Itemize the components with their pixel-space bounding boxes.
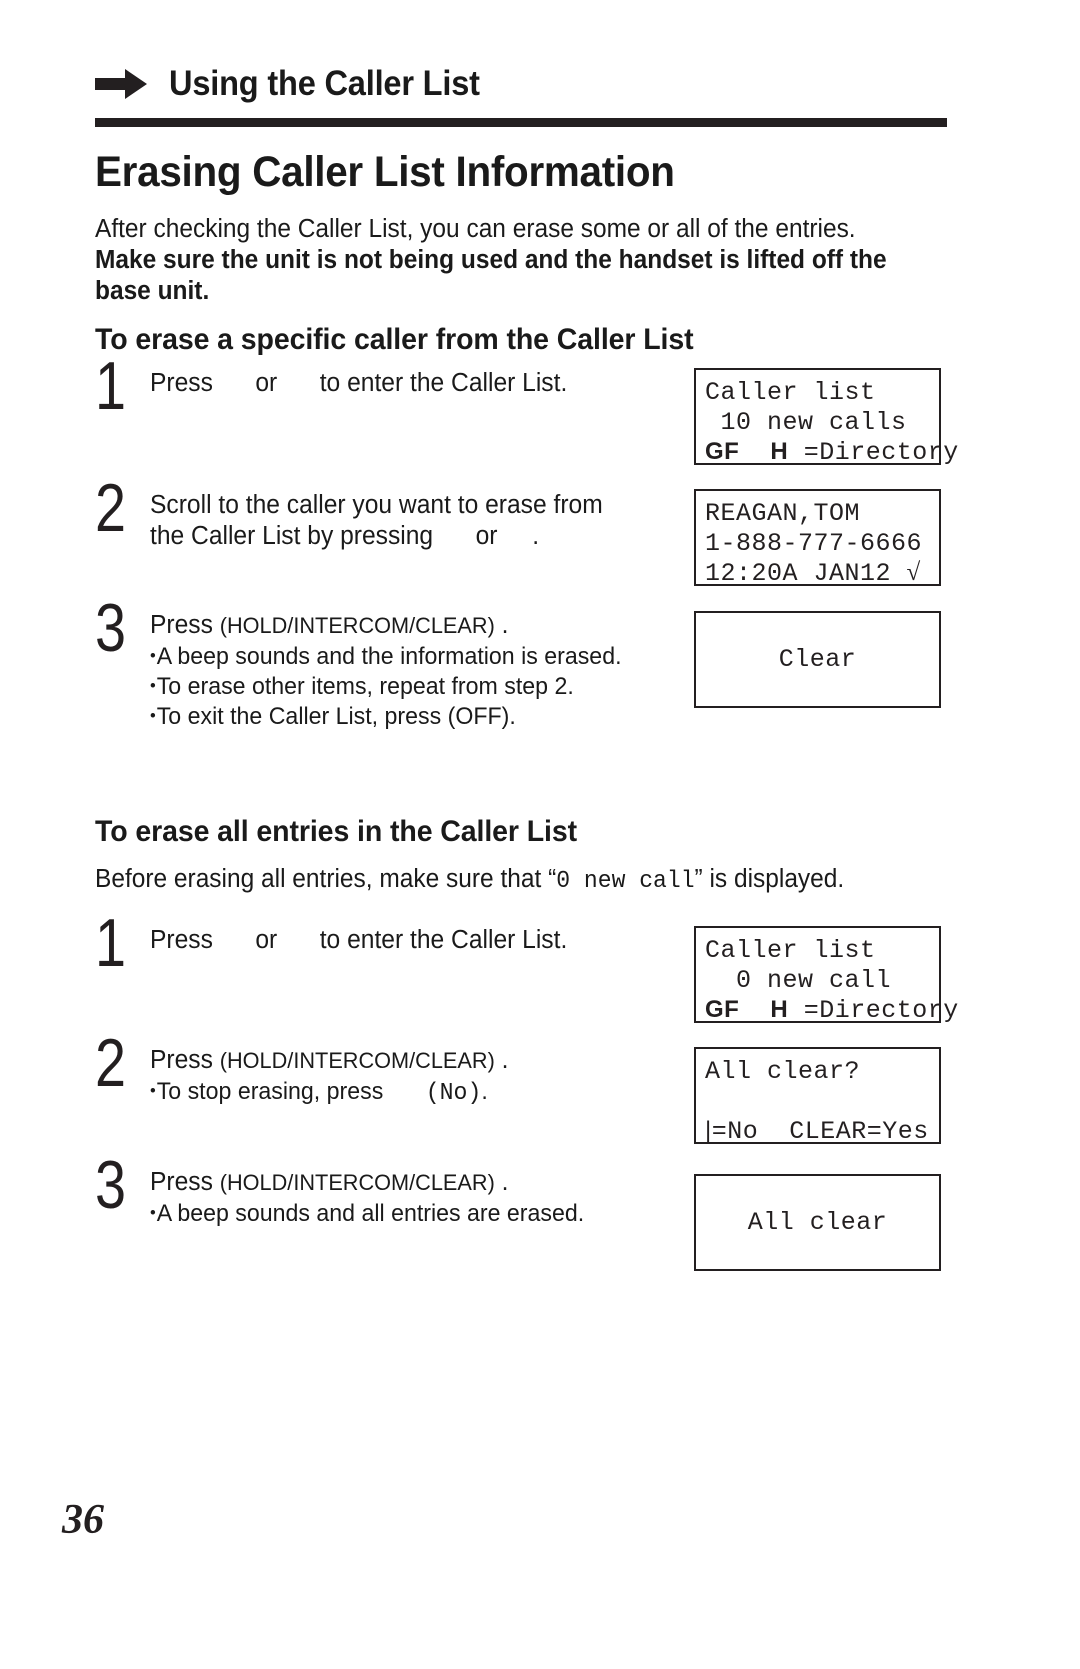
step-tail-label: to enter the Caller List. (319, 926, 568, 954)
step-2-erase-specific: 2 Scroll to the caller you want to erase… (95, 474, 695, 552)
lcd-directory-label: =Directory (788, 438, 959, 467)
before-text-a: Before erasing all entries, make sure th… (95, 865, 557, 893)
step-number: 1 (95, 348, 127, 424)
step-period: . (501, 1168, 509, 1196)
key-name-hold-intercom-clear: (HOLD/INTERCOM/CLEAR) (219, 1048, 495, 1073)
step-period: . (501, 611, 509, 639)
step-3-erase-all: 3 Press (HOLD/INTERCOM/CLEAR) . A beep s… (95, 1151, 695, 1228)
display-text-no: (No) (425, 1080, 482, 1107)
lcd-symbol-gf: GF (705, 996, 740, 1023)
step-number: 3 (95, 590, 127, 666)
key-name-hold-intercom-clear: (HOLD/INTERCOM/CLEAR) (219, 1170, 495, 1195)
lcd-line: |=No CLEAR=Yes (696, 1116, 939, 1147)
lcd-line: 10 new calls (705, 407, 907, 437)
key-name-hold-intercom-clear: (HOLD/INTERCOM/CLEAR) (219, 613, 495, 638)
step-line-1: Scroll to the caller you want to erase f… (150, 491, 603, 519)
intro-line-3: base unit. (95, 277, 210, 305)
page-number: 36 (62, 1497, 104, 1543)
lcd-line: GF H =Directory (696, 437, 958, 468)
step-press-label: Press (150, 369, 213, 397)
lcd-line: All clear? (705, 1057, 861, 1086)
lcd-line: GF H =Directory (696, 995, 958, 1026)
step-1-erase-specific: 1 Press or to enter the Caller List. (95, 352, 695, 420)
step-bullet: To erase other items, repeat from step 2… (150, 671, 676, 701)
step-bullet: A beep sounds and all entries are erased… (150, 1198, 676, 1228)
running-head-title: Using the Caller List (169, 64, 480, 103)
lcd-symbol-gf: GF (705, 438, 740, 465)
step-press-label: Press (150, 1046, 213, 1074)
lcd-gap (739, 438, 770, 467)
step-tail-label: to enter the Caller List. (319, 369, 568, 397)
step-text: Scroll to the caller you want to erase f… (150, 490, 676, 552)
lcd-symbol-bar: | (705, 1117, 712, 1144)
step-2-erase-all: 2 Press (HOLD/INTERCOM/CLEAR) . To stop … (95, 1029, 695, 1108)
header-divider (95, 118, 947, 127)
subheading-erase-specific: To erase a specific caller from the Call… (95, 323, 694, 356)
lcd-no-yes-label: =No CLEAR=Yes (711, 1117, 929, 1146)
checkmark-icon: √ (906, 559, 921, 586)
lcd-display-clear-confirmation: Clear (694, 611, 941, 708)
step-press-label: Press (150, 611, 213, 639)
step-number: 3 (95, 1147, 127, 1223)
lcd-display-all-clear-done: All clear (694, 1174, 941, 1271)
intro-line-1: After checking the Caller List, you can … (95, 215, 856, 243)
lcd-caller-timestamp: 12:20A JAN12 √ (696, 558, 939, 589)
lcd-line: 0 new call (705, 965, 892, 995)
step-text: Press or to enter the Caller List. (150, 368, 676, 399)
step-text: Press (HOLD/INTERCOM/CLEAR) . A beep sou… (150, 610, 676, 731)
subheading-erase-all: To erase all entries in the Caller List (95, 815, 578, 848)
lcd-line: All clear (747, 1207, 888, 1237)
intro-line-2: Make sure the unit is not being used and… (95, 246, 887, 274)
lcd-display-all-clear-prompt: All clear? |=No CLEAR=Yes (694, 1047, 941, 1147)
lcd-display-caller-list-10-new-calls: Caller list 10 new calls GF H =Directory (694, 368, 958, 468)
step-press-label: Press (150, 1168, 213, 1196)
lcd-symbol-h: H (770, 438, 789, 465)
bullet-text-b: . (481, 1078, 488, 1105)
right-arrow-icon (95, 69, 147, 99)
lcd-line: Caller list (705, 936, 876, 965)
step-press-label: Press (150, 926, 213, 954)
step-bullet: To stop erasing, press (No). (150, 1076, 676, 1108)
lcd-line: Caller list (705, 378, 876, 407)
display-text-0-new-call: 0 new call (556, 868, 695, 895)
step-or-label: or (255, 926, 278, 954)
step-text: Press (HOLD/INTERCOM/CLEAR) . To stop er… (150, 1045, 676, 1108)
before-erasing-note: Before erasing all entries, make sure th… (95, 864, 844, 897)
manual-page: Using the Caller List Erasing Caller Lis… (0, 0, 1080, 1669)
step-1-erase-all: 1 Press or to enter the Caller List. (95, 909, 695, 977)
intro-paragraph: After checking the Caller List, you can … (95, 214, 921, 307)
step-period: . (501, 1046, 509, 1074)
step-bullet: To exit the Caller List, press (OFF). (150, 701, 676, 731)
lcd-display-caller-list-0-new-call: Caller list 0 new call GF H =Directory (694, 926, 958, 1026)
step-number: 2 (95, 1025, 127, 1101)
step-text: Press (HOLD/INTERCOM/CLEAR) . A beep sou… (150, 1167, 676, 1228)
step-text: Press or to enter the Caller List. (150, 925, 676, 956)
step-or-label: or (475, 522, 498, 550)
lcd-display-caller-detail: REAGAN,TOM 1-888-777-6666 12:20A JAN12 √ (694, 489, 941, 589)
lcd-directory-label: =Directory (788, 996, 959, 1025)
lcd-symbol-h: H (770, 996, 789, 1023)
lcd-line: Clear (778, 644, 857, 674)
lcd-timestamp-text: 12:20A JAN12 (705, 559, 907, 588)
running-head: Using the Caller List (95, 64, 950, 104)
before-text-b: ” is displayed. (694, 865, 845, 893)
step-number: 1 (95, 905, 127, 981)
step-or-label: or (255, 369, 278, 397)
step-number: 2 (95, 470, 127, 546)
step-line-2-c: . (532, 522, 540, 550)
lcd-caller-number: 1-888-777-6666 (705, 528, 923, 558)
lcd-gap (739, 996, 770, 1025)
step-bullet: A beep sounds and the information is era… (150, 641, 676, 671)
bullet-text-a: To stop erasing, press (156, 1078, 384, 1105)
page-title: Erasing Caller List Information (95, 148, 675, 196)
step-line-2-a: the Caller List by pressing (150, 522, 434, 550)
lcd-caller-name: REAGAN,TOM (705, 499, 861, 528)
step-3-erase-specific: 3 Press (HOLD/INTERCOM/CLEAR) . A beep s… (95, 594, 695, 731)
